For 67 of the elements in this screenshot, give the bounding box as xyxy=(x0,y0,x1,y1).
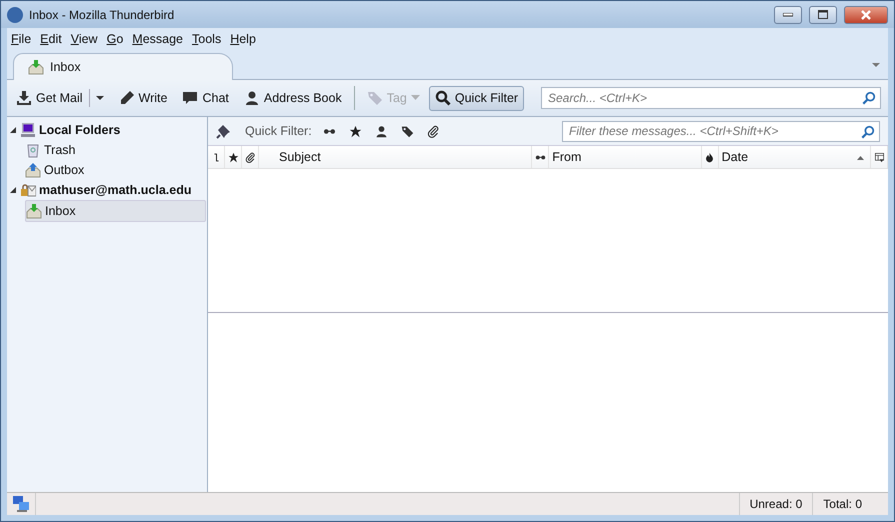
menu-item[interactable]: Help xyxy=(226,31,260,47)
star-icon xyxy=(228,152,238,162)
folder-item[interactable]: Trash xyxy=(7,140,207,160)
close-button[interactable] xyxy=(844,6,888,24)
toolbar-button[interactable]: Quick Filter xyxy=(428,86,524,110)
search-field[interactable]: Search... <Ctrl+K> xyxy=(541,87,881,109)
tag-icon xyxy=(366,90,383,106)
toolbar-button[interactable]: Write xyxy=(112,86,174,110)
unread-count: Unread: 0 xyxy=(738,493,812,515)
outbox-icon xyxy=(25,162,41,178)
menu-item[interactable]: Go xyxy=(102,31,128,47)
paperclip-icon xyxy=(244,152,256,162)
menu-item[interactable]: File xyxy=(7,31,36,47)
folder-item[interactable]: Inbox xyxy=(25,200,206,222)
toolbar-button[interactable]: Chat xyxy=(176,86,235,110)
menu-item[interactable]: Message xyxy=(128,31,188,47)
folder-tree-item[interactable]: mathuser@math.ucla.edu xyxy=(39,183,192,197)
mail-account-icon xyxy=(20,182,36,198)
tag-icon xyxy=(400,124,414,138)
column-header[interactable]: Date xyxy=(718,146,872,168)
flame-icon xyxy=(704,152,716,162)
inbox-icon xyxy=(26,203,42,219)
folder-tree-item[interactable]: Local Folders xyxy=(39,123,120,137)
total-count: Total: 0 xyxy=(812,493,872,515)
toolbar-button[interactable]: Address Book xyxy=(238,86,348,110)
tab-list-arrow-icon[interactable] xyxy=(872,63,880,68)
maximize-icon xyxy=(818,10,828,19)
maximize-button[interactable] xyxy=(809,6,837,24)
network-status-icon xyxy=(13,496,29,512)
column-header[interactable]: From xyxy=(549,146,702,168)
starred-filter-button[interactable] xyxy=(348,124,362,138)
menu-item[interactable]: View xyxy=(66,31,102,47)
star-icon xyxy=(348,124,362,138)
pin-icon xyxy=(216,123,232,139)
column-header[interactable]: Subject xyxy=(259,146,532,168)
inbox-icon xyxy=(28,59,44,75)
search-icon xyxy=(434,90,451,106)
window-title: Inbox - Mozilla Thunderbird xyxy=(29,8,176,22)
attachment-filter-button[interactable] xyxy=(426,124,440,138)
column-picker-icon xyxy=(874,152,885,162)
pencil-icon xyxy=(118,90,135,106)
app-logo-icon xyxy=(7,6,23,22)
tag-filter-button[interactable] xyxy=(400,124,414,138)
filter-field[interactable]: Filter these messages... <Ctrl+Shift+K> xyxy=(562,120,880,142)
close-icon xyxy=(860,10,872,20)
get-mail-button[interactable]: Get Mail xyxy=(10,86,89,110)
menu-item[interactable]: Tools xyxy=(188,31,226,47)
menu-item[interactable]: Edit xyxy=(36,31,66,47)
minimize-icon xyxy=(783,12,793,16)
person-icon xyxy=(244,90,260,106)
folder-item[interactable]: Outbox xyxy=(7,160,207,180)
expand-triangle-icon[interactable] xyxy=(9,126,17,134)
quick-filter-label: Quick Filter: xyxy=(245,124,312,138)
download-icon xyxy=(16,90,32,106)
minimize-button[interactable] xyxy=(774,6,802,24)
speech-bubble-icon xyxy=(182,90,198,106)
dropdown-arrow-icon[interactable] xyxy=(94,94,106,102)
person-icon xyxy=(374,124,388,138)
expand-triangle-icon[interactable] xyxy=(9,186,17,194)
tab[interactable]: Inbox xyxy=(13,53,233,80)
paperclip-icon xyxy=(426,124,440,138)
trash-icon xyxy=(25,142,41,158)
dropdown-arrow-icon xyxy=(410,95,420,101)
search-icon xyxy=(861,124,875,138)
search-icon xyxy=(862,91,876,105)
contact-filter-button[interactable] xyxy=(374,124,388,138)
computer-icon xyxy=(20,122,36,138)
